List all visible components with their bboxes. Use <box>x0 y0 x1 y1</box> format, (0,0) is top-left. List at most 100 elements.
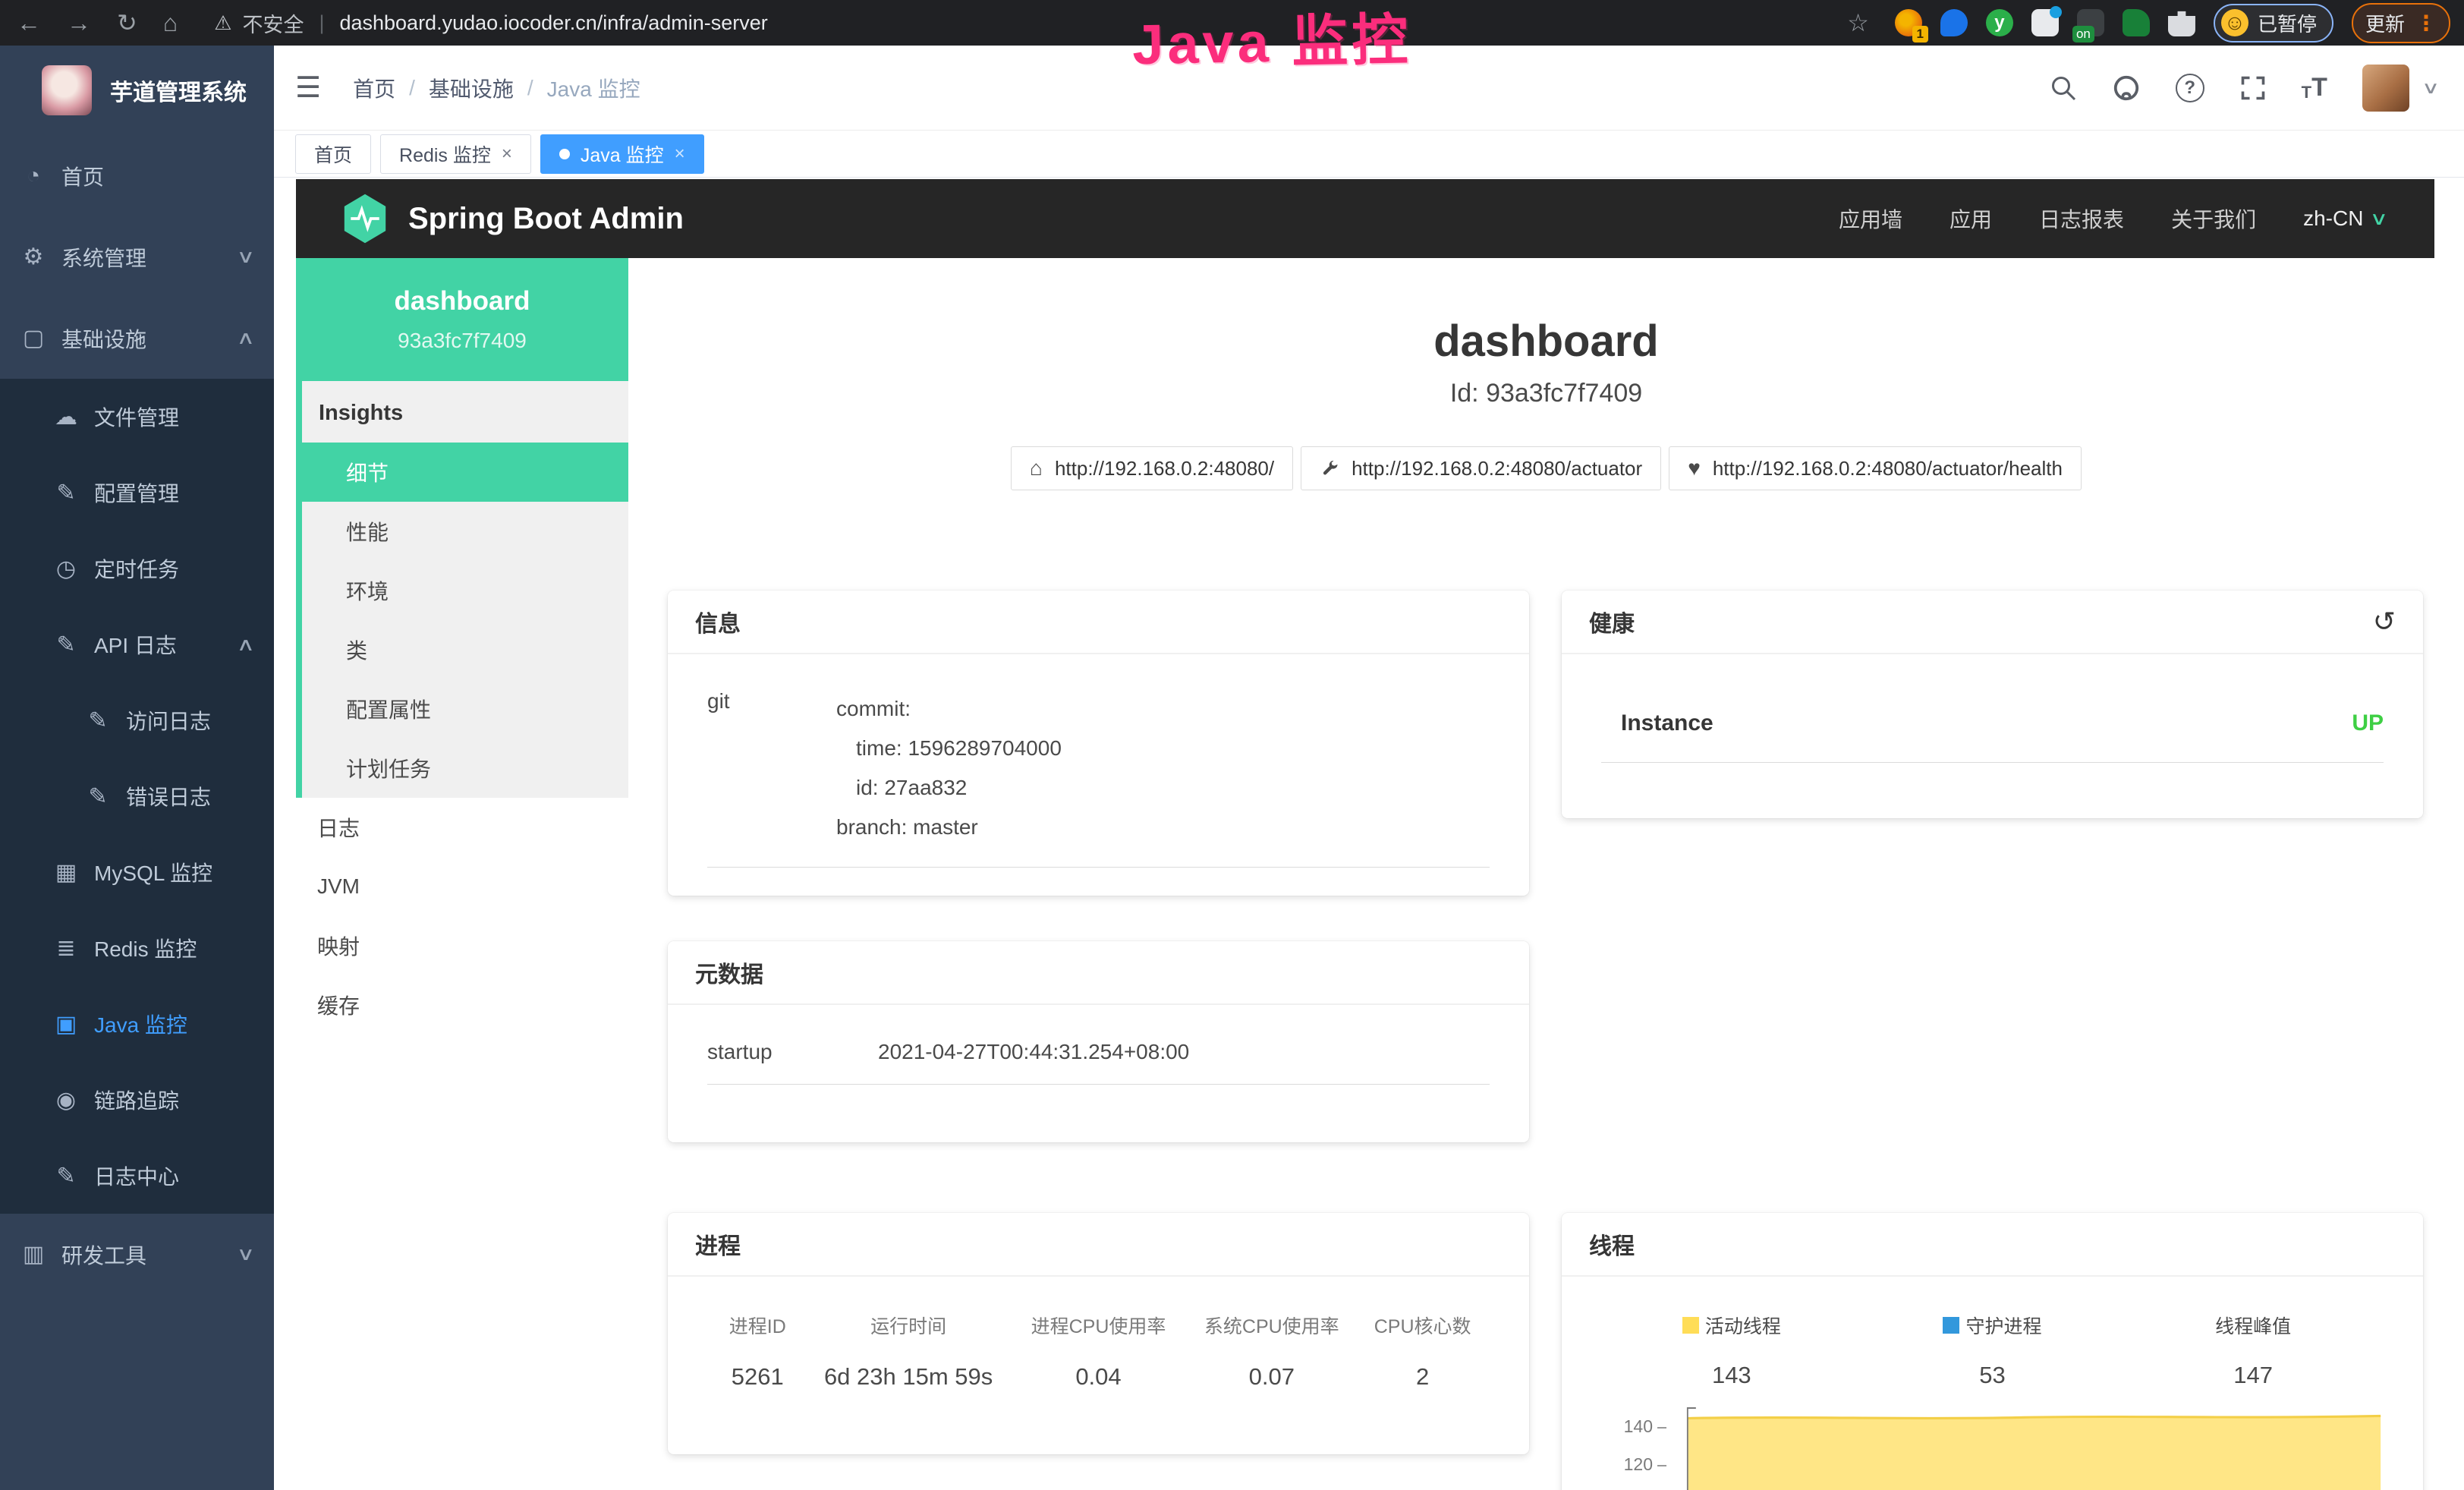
sidebar-item-mysql-monitor[interactable]: ▦ MySQL 监控 <box>0 834 274 910</box>
address-bar[interactable]: ⚠ 不安全 | dashboard.yudao.iocoder.cn/infra… <box>214 8 768 38</box>
log-icon: ✎ <box>52 632 80 658</box>
sidebar-item-infrastructure[interactable]: ▢ 基础设施 ∧ <box>0 298 274 379</box>
row-divider <box>707 867 1490 868</box>
service-url-link[interactable]: ⌂ http://192.168.0.2:48080/ <box>1011 446 1293 490</box>
extensions-puzzle-icon[interactable] <box>2168 9 2195 36</box>
update-button[interactable]: 更新 ⋮ <box>2352 3 2450 43</box>
health-instance-row[interactable]: Instance UP <box>1601 689 2384 763</box>
card-title: 元数据 <box>695 956 763 989</box>
sba-menu-classes[interactable]: 类 <box>302 620 628 679</box>
health-url-link[interactable]: ♥ http://192.168.0.2:48080/actuator/heal… <box>1669 446 2082 490</box>
sba-brand[interactable]: Spring Boot Admin <box>341 193 684 244</box>
tab-home[interactable]: 首页 <box>295 134 371 174</box>
sidebar-item-redis-monitor[interactable]: ≣ Redis 监控 <box>0 910 274 986</box>
card-process-body: 进程ID 运行时间 进程CPU使用率 系统CPU使用率 CPU核心数 5261 … <box>668 1277 1529 1421</box>
history-icon[interactable]: ↺ <box>2373 606 2396 638</box>
cloud-upload-icon: ☁ <box>52 404 80 430</box>
tab-java-monitor[interactable]: Java 监控 × <box>540 134 704 174</box>
sba-menu-caches[interactable]: 缓存 <box>296 975 628 1035</box>
sba-menu-jvm[interactable]: JVM <box>296 857 628 916</box>
sidebar-item-scheduled-tasks[interactable]: ◷ 定时任务 <box>0 531 274 606</box>
tab-redis-monitor[interactable]: Redis 监控 × <box>380 134 531 174</box>
chevron-up-icon: ∧ <box>237 634 256 656</box>
collapse-sidebar-icon[interactable]: ☰ <box>295 71 321 105</box>
tag-view-bar: 首页 Redis 监控 × Java 监控 × <box>274 131 2464 178</box>
browser-home-icon[interactable]: ⌂ <box>163 9 178 37</box>
extension-icon[interactable]: 1 <box>1895 9 1922 36</box>
sba-nav-applications[interactable]: 应用 <box>1949 203 1992 234</box>
card-health: 健康 ↺ Instance UP <box>1562 591 2423 818</box>
metadata-row-startup: startup 2021-04-27T00:44:31.254+08:00 <box>707 1040 1490 1064</box>
sidebar-item-home[interactable]: ◔ 首页 <box>0 135 274 216</box>
sidebar-item-log-center[interactable]: ✎ 日志中心 <box>0 1138 274 1214</box>
sidebar-item-trace[interactable]: ◉ 链路追踪 <box>0 1062 274 1138</box>
switch-extension-icon[interactable]: on <box>2077 9 2104 36</box>
sidebar-submenu-infrastructure: ☁ 文件管理 ✎ 配置管理 ◷ 定时任务 ✎ API 日志 ∧ ✎ 访问日志 ✎ <box>0 379 274 1214</box>
sba-nav-about[interactable]: 关于我们 <box>2171 203 2256 234</box>
sba-menu-details[interactable]: 细节 <box>302 443 628 502</box>
bookmark-star-icon[interactable]: ☆ <box>1847 8 1869 37</box>
sba-menu-logs[interactable]: 日志 <box>296 798 628 857</box>
sba-menu-scheduled-tasks[interactable]: 计划任务 <box>302 739 628 798</box>
fullscreen-icon[interactable] <box>2239 74 2267 102</box>
sidebar-item-java-monitor[interactable]: ▣ Java 监控 <box>0 986 274 1062</box>
browser-reload-icon[interactable]: ↻ <box>117 8 137 37</box>
card-metadata-body: startup 2021-04-27T00:44:31.254+08:00 <box>668 1005 1529 1115</box>
sidebar-item-access-logs[interactable]: ✎ 访问日志 <box>0 682 274 758</box>
sba-menu-config-props[interactable]: 配置属性 <box>302 679 628 739</box>
sidebar-item-config-management[interactable]: ✎ 配置管理 <box>0 455 274 531</box>
y-extension-icon[interactable]: y <box>1986 9 2013 36</box>
edit-icon: ✎ <box>52 480 80 506</box>
browser-back-icon[interactable]: ← <box>17 9 41 37</box>
github-icon[interactable] <box>2112 74 2141 102</box>
sba-locale-select[interactable]: zh-CN ∨ <box>2303 206 2386 231</box>
sidebar-item-dev-tools[interactable]: ▥ 研发工具 ∨ <box>0 1214 274 1295</box>
sba-menu-group-label[interactable]: Insights <box>302 381 628 443</box>
process-col-header: CPU核心数 <box>1355 1312 1490 1339</box>
breadcrumb-infrastructure[interactable]: 基础设施 <box>429 73 514 103</box>
chevron-down-icon: ∨ <box>237 246 256 268</box>
app-logo[interactable]: 芋道管理系统 <box>0 46 274 135</box>
y-axis-tick: 140 <box>1601 1416 1666 1437</box>
monitor-icon: ▢ <box>19 325 48 351</box>
sidebar-item-api-logs[interactable]: ✎ API 日志 ∧ <box>0 606 274 682</box>
sidebar-item-label: 定时任务 <box>94 553 179 584</box>
grid-extension-icon[interactable] <box>2031 9 2059 36</box>
font-size-big-glyph: T <box>2311 73 2327 102</box>
breadcrumb-home[interactable]: 首页 <box>353 73 395 103</box>
card-threads-header: 线程 <box>1562 1213 2423 1277</box>
breadcrumb-current: Java 监控 <box>547 73 640 103</box>
security-label[interactable]: 不安全 <box>242 8 304 38</box>
sidebar-item-system-management[interactable]: ⚙ 系统管理 ∨ <box>0 216 274 298</box>
actuator-url: http://192.168.0.2:48080/actuator <box>1352 457 1642 480</box>
user-avatar[interactable] <box>2362 65 2409 112</box>
card-info-header: 信息 <box>668 591 1529 654</box>
sidebar-item-error-logs[interactable]: ✎ 错误日志 <box>0 758 274 834</box>
sba-nav-journal[interactable]: 日志报表 <box>2039 203 2124 234</box>
sba-menu-mappings[interactable]: 映射 <box>296 916 628 975</box>
process-header-row: 进程ID 运行时间 进程CPU使用率 系统CPU使用率 CPU核心数 <box>707 1312 1490 1339</box>
avatar-caret-icon[interactable]: ∨ <box>2422 78 2440 98</box>
sba-menu-metrics[interactable]: 性能 <box>302 502 628 561</box>
cpu-core-count: 2 <box>1355 1363 1490 1391</box>
sba-nav-wallboard[interactable]: 应用墙 <box>1839 203 1902 234</box>
sprout-extension-icon[interactable] <box>2123 9 2150 36</box>
font-size-icon[interactable]: TT <box>2302 73 2327 102</box>
pin-extension-icon[interactable] <box>1940 9 1968 36</box>
browser-menu-icon[interactable]: ⋮ <box>2415 11 2437 36</box>
browser-forward-icon[interactable]: → <box>67 9 91 37</box>
search-icon[interactable] <box>2050 74 2077 102</box>
health-row-label: Instance <box>1621 710 1713 736</box>
paused-badge[interactable]: ☺ 已暂停 <box>2214 4 2333 43</box>
page-url[interactable]: dashboard.yudao.iocoder.cn/infra/admin-s… <box>339 11 767 35</box>
sba-instance-header[interactable]: dashboard 93a3fc7f7409 <box>296 258 628 381</box>
eye-icon: ◉ <box>52 1087 80 1114</box>
close-icon[interactable]: × <box>675 143 685 165</box>
close-icon[interactable]: × <box>502 143 512 165</box>
gauge-icon: ◔ <box>19 163 48 189</box>
actuator-url-link[interactable]: http://192.168.0.2:48080/actuator <box>1301 446 1661 490</box>
help-icon[interactable]: ? <box>2176 74 2204 102</box>
log-icon: ✎ <box>83 783 112 810</box>
sidebar-item-file-management[interactable]: ☁ 文件管理 <box>0 379 274 455</box>
sba-menu-environment[interactable]: 环境 <box>302 561 628 620</box>
